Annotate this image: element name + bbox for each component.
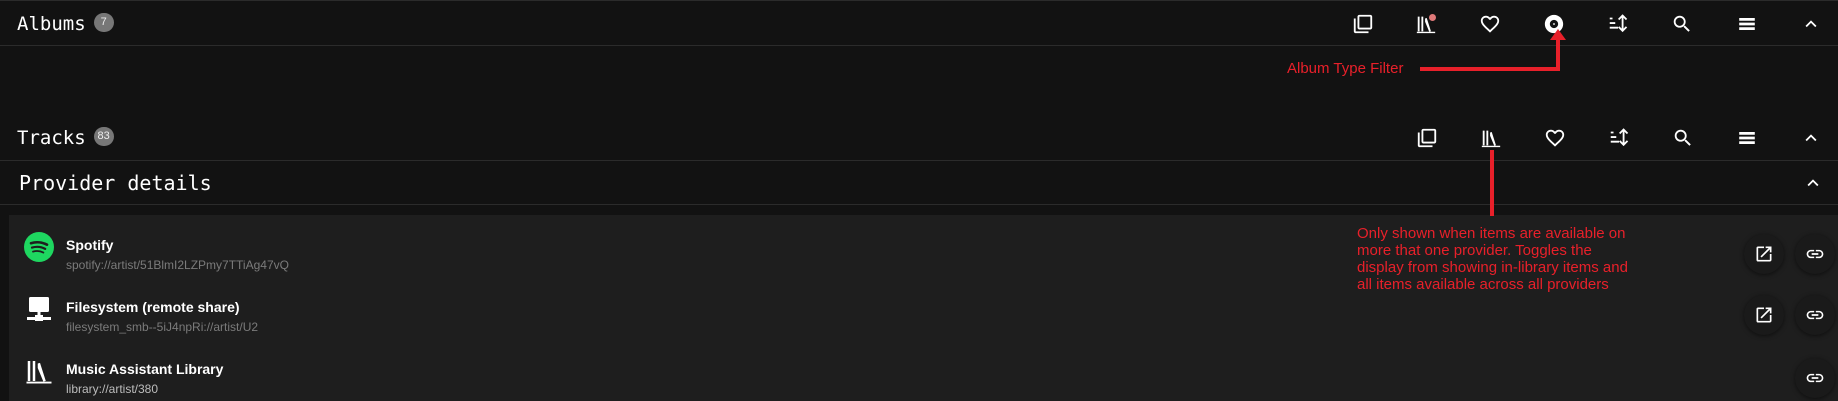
library-icon: [26, 361, 52, 384]
tracks-header: Tracks 83: [17, 127, 114, 149]
collapse-tracks-button[interactable]: [1794, 121, 1828, 155]
open-in-new-icon: [1756, 307, 1772, 323]
favorites-button[interactable]: [1538, 121, 1572, 155]
provider-details-title: Provider details: [19, 171, 212, 195]
sort-button[interactable]: [1602, 121, 1636, 155]
album-type-filter-annotation: Album Type Filter: [1287, 60, 1404, 77]
select-mode-button[interactable]: [1346, 7, 1380, 41]
view-mode-button[interactable]: [1730, 7, 1764, 41]
provider-uri: spotify://artist/51BlmI2LZPmy7TTiAg47vQ: [66, 258, 289, 272]
collapse-albums-button[interactable]: [1794, 7, 1828, 41]
sort-button[interactable]: [1601, 7, 1635, 41]
tracks-count-badge: 83: [93, 127, 114, 146]
sort-icon: [1609, 14, 1628, 33]
heart-icon: [1480, 15, 1500, 33]
view-mode-button[interactable]: [1730, 121, 1764, 155]
tracks-title: Tracks: [17, 127, 86, 149]
open-in-new-icon: [1756, 246, 1772, 262]
library-toggle-button[interactable]: [1409, 7, 1443, 41]
albums-header: Albums 7: [17, 13, 114, 35]
link-icon: [1806, 249, 1824, 259]
annotation-arrow-vertical: [1556, 38, 1560, 71]
favorites-button[interactable]: [1473, 7, 1507, 41]
list-view-icon: [1738, 131, 1756, 145]
albums-count-badge: 7: [93, 13, 114, 32]
spotify-icon: [24, 232, 54, 262]
provider-name: Filesystem (remote share): [66, 299, 240, 315]
copy-link-button[interactable]: [1795, 234, 1835, 274]
library-icon: [1481, 130, 1501, 148]
search-icon: [1674, 129, 1691, 146]
search-button[interactable]: [1666, 121, 1700, 155]
annotation-arrow-horizontal: [1420, 67, 1560, 71]
list-view-icon: [1738, 17, 1756, 31]
tracks-toolbar: Tracks 83: [0, 115, 1838, 161]
link-icon: [1806, 373, 1824, 383]
library-indicator-dot: [1429, 14, 1436, 21]
open-external-button[interactable]: [1744, 295, 1784, 335]
provider-name: Music Assistant Library: [66, 361, 224, 377]
chevron-up-icon: [1805, 134, 1817, 142]
heart-icon: [1545, 129, 1565, 147]
select-mode-button[interactable]: [1410, 121, 1444, 155]
sort-icon: [1610, 128, 1629, 147]
search-icon: [1673, 15, 1690, 32]
search-button[interactable]: [1665, 7, 1699, 41]
albums-title: Albums: [17, 13, 86, 35]
copy-icon: [1417, 128, 1437, 148]
chevron-up-icon: [1807, 179, 1819, 187]
chevron-up-icon: [1805, 20, 1817, 28]
copy-link-button[interactable]: [1795, 358, 1835, 398]
open-external-button[interactable]: [1744, 234, 1784, 274]
provider-uri: library://artist/380: [66, 382, 159, 396]
annotation-arrowhead: [1550, 29, 1566, 40]
copy-icon: [1353, 14, 1373, 34]
network-drive-icon: [27, 297, 51, 321]
annotation-pointer-line: [1490, 150, 1494, 216]
copy-link-button[interactable]: [1795, 295, 1835, 335]
collapse-provider-details-button[interactable]: [1796, 166, 1830, 200]
link-icon: [1806, 310, 1824, 320]
provider-row-library[interactable]: Music Assistant Library library://artist…: [9, 339, 1838, 401]
provider-uri: filesystem_smb--5iJ4npRi://artist/U2: [66, 320, 259, 334]
library-toggle-annotation: Only shown when items are available on m…: [1357, 225, 1628, 293]
provider-name: Spotify: [66, 237, 114, 253]
provider-details-header[interactable]: Provider details: [0, 161, 1838, 205]
